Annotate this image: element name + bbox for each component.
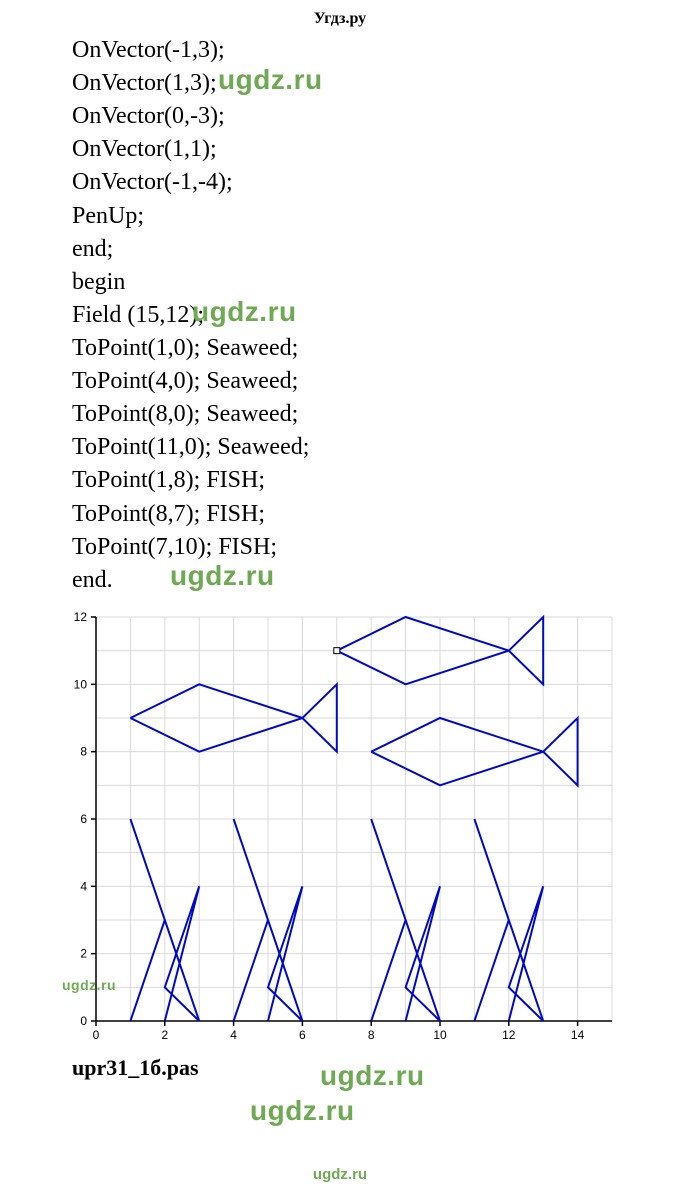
- code-block: OnVector(-1,3);OnVector(1,3);OnVector(0,…: [0, 34, 680, 597]
- code-line: begin: [72, 266, 680, 299]
- code-line: ToPoint(8,7); FISH;: [72, 498, 680, 531]
- svg-text:6: 6: [299, 1028, 306, 1042]
- svg-text:0: 0: [80, 1014, 87, 1028]
- code-line: ToPoint(1,0); Seaweed;: [72, 332, 680, 365]
- page-header: Угдз.ру: [0, 0, 680, 34]
- code-line: end;: [72, 233, 680, 266]
- svg-text:4: 4: [230, 1028, 237, 1042]
- chart-area: 0 2 4 6 8 10 12 14 0 2 4 6 8 10 12: [62, 609, 622, 1049]
- svg-text:8: 8: [368, 1028, 375, 1042]
- filename-label: upr31_1б.pas: [0, 1049, 680, 1081]
- svg-text:12: 12: [74, 610, 88, 624]
- code-line: ToPoint(1,8); FISH;: [72, 464, 680, 497]
- watermark-6: ugdz.ru: [250, 1095, 355, 1127]
- code-line: OnVector(-1,-4);: [72, 166, 680, 199]
- code-line: OnVector(-1,3);: [72, 34, 680, 67]
- code-line: OnVector(1,1);: [72, 133, 680, 166]
- svg-text:12: 12: [502, 1028, 516, 1042]
- code-line: PenUp;: [72, 200, 680, 233]
- svg-text:8: 8: [80, 745, 87, 759]
- svg-text:2: 2: [161, 1028, 168, 1042]
- svg-text:14: 14: [571, 1028, 585, 1042]
- code-line: ToPoint(4,0); Seaweed;: [72, 365, 680, 398]
- svg-text:4: 4: [80, 879, 87, 893]
- svg-text:2: 2: [80, 947, 87, 961]
- footer-watermark: ugdz.ru: [0, 1166, 680, 1183]
- code-line: ToPoint(11,0); Seaweed;: [72, 431, 680, 464]
- code-line: OnVector(1,3);: [72, 67, 680, 100]
- code-line: ToPoint(7,10); FISH;: [72, 531, 680, 564]
- code-line: end.: [72, 564, 680, 597]
- code-line: Field (15,12);: [72, 299, 680, 332]
- svg-text:10: 10: [433, 1028, 447, 1042]
- svg-text:0: 0: [93, 1028, 100, 1042]
- svg-text:6: 6: [80, 812, 87, 826]
- chart-svg: 0 2 4 6 8 10 12 14 0 2 4 6 8 10 12: [62, 609, 622, 1049]
- code-line: ToPoint(8,0); Seaweed;: [72, 398, 680, 431]
- svg-text:10: 10: [74, 677, 88, 691]
- code-line: OnVector(0,-3);: [72, 100, 680, 133]
